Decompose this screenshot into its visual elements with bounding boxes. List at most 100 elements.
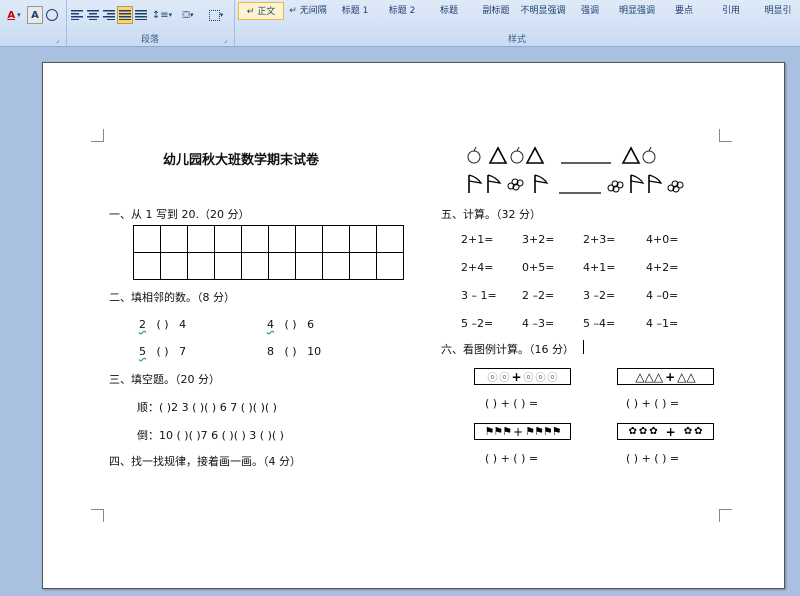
style-item[interactable]: 标题 [426, 2, 472, 20]
flag-icon [648, 174, 663, 193]
flower-icon [507, 178, 524, 191]
calc-problem: 4+0= [646, 233, 679, 246]
document-page[interactable]: 幼儿园秋大班数学期末试卷 一、从 1 写到 20.（20 分） 二、填相邻的数。… [42, 62, 785, 589]
shading-button[interactable]: ⛋ ▾ [174, 6, 202, 24]
calc-problem: 4+1= [583, 261, 616, 274]
triangle-icon [488, 146, 508, 164]
style-item[interactable]: 标题 2 [379, 2, 425, 20]
align-center-icon [87, 10, 99, 20]
calc-problem: 3 –2= [583, 289, 616, 302]
apple-icon: ⓞ [523, 373, 534, 384]
justify-button[interactable] [117, 6, 133, 24]
apple-icon: ⓞ [535, 373, 546, 384]
flower-icon: ✿ [638, 426, 648, 437]
style-item[interactable]: ↵ 正文 [238, 2, 284, 20]
flower-icon: ✿ [628, 426, 637, 437]
crop-mark [719, 509, 732, 522]
forward-sequence: 顺：( )2 3 ( )( ) 6 7 ( )( )( ) [137, 401, 277, 414]
ribbon: A ▾ A ↕≡ ▾ ⛋ ▾ ▾ 段落 ⌟ ↵ 正文 ↵ 无间隔 标题 1 标题… [0, 0, 800, 47]
style-item[interactable]: 标题 1 [332, 2, 378, 20]
style-item[interactable]: 明显引 [755, 2, 800, 20]
writing-grid [133, 225, 404, 280]
calc-problem: 2+1= [461, 233, 494, 246]
paint-bucket-icon: ⛋ [182, 9, 191, 21]
blank-equation: ( ) + ( ) = [626, 397, 680, 410]
picture-box-apples: ⓞ ⓞ + ⓞ ⓞ ⓞ [474, 368, 571, 385]
apple-icon: ⓞ [487, 373, 498, 384]
calc-problem: 4 –0= [646, 289, 679, 302]
triangle-icon: △△ [677, 369, 696, 384]
style-item[interactable]: 明显强调 [614, 2, 660, 20]
flag-icon: ⚑⚑⚑⚑ [525, 425, 561, 438]
style-item[interactable]: 副标题 [473, 2, 519, 20]
calc-problem: 5 –4= [583, 317, 616, 330]
plus-sign: + [513, 424, 524, 439]
distribute-button[interactable] [133, 6, 149, 24]
dialog-launcher-icon[interactable]: ⌟ [56, 37, 63, 44]
calc-problem: 4 –3= [522, 317, 555, 330]
flower-icon: ✿ [649, 426, 658, 437]
chevron-down-icon: ▾ [168, 11, 173, 19]
paragraph-group: ↕≡ ▾ ⛋ ▾ ▾ 段落 ⌟ [66, 0, 235, 46]
section-6-heading: 六、看图例计算。（16 分） [441, 343, 574, 356]
chevron-down-icon: ▾ [190, 11, 194, 19]
plus-sign: + [665, 369, 676, 384]
style-item[interactable]: 不明显强调 [520, 2, 566, 20]
triangle-icon [621, 146, 641, 164]
styles-group: ↵ 正文 ↵ 无间隔 标题 1 标题 2 标题 副标题 不明显强调 强调 明显强调 要点 引用 明显引… [234, 0, 800, 46]
align-left-button[interactable] [69, 6, 85, 24]
blank-equation: ( ) + ( ) = [485, 397, 539, 410]
apple-icon [467, 146, 481, 164]
section-2-heading: 二、填相邻的数。（8 分） [109, 291, 235, 304]
styles-group-label: 样式 [507, 35, 526, 45]
align-center-button[interactable] [85, 6, 101, 24]
style-item[interactable]: 要点 [661, 2, 707, 20]
paragraph-group-label: 段落 [140, 35, 159, 45]
apple-icon: ⓞ [547, 373, 558, 384]
flag-icon [534, 174, 549, 193]
calc-problem: 2+3= [583, 233, 616, 246]
apple-icon: ⓞ [499, 373, 510, 384]
borders-icon [208, 9, 220, 21]
plus-sign: + [665, 424, 676, 439]
flag-icon [630, 174, 645, 193]
apple-icon [642, 146, 656, 164]
calc-problem: 3 – 1= [461, 289, 497, 302]
flower-icon: ✿ [683, 426, 693, 437]
section-3-heading: 三、填空题。（20 分） [109, 373, 220, 386]
borders-button[interactable]: ▾ [202, 6, 230, 24]
calc-problem: 2+4= [461, 261, 494, 274]
style-item[interactable]: ↵ 无间隔 [285, 2, 331, 20]
triangle-icon [525, 146, 545, 164]
flower-icon [607, 180, 624, 193]
style-item[interactable]: 引用 [708, 2, 754, 20]
calc-problem: 4 –1= [646, 317, 679, 330]
blank-equation: ( ) + ( ) = [485, 452, 539, 465]
justify-icon [119, 10, 131, 20]
calc-problem: 2 –2= [522, 289, 555, 302]
line-spacing-icon: ↕≡ [151, 9, 169, 21]
calc-problem: 0+5= [522, 261, 555, 274]
calc-problem: 4+2= [646, 261, 679, 274]
section-5-heading: 五、计算。（32 分） [441, 208, 541, 221]
section-4-heading: 四、找一找规律，接着画一画。（4 分） [109, 455, 301, 468]
crop-mark [719, 129, 732, 142]
pattern-drawing [467, 146, 684, 194]
picture-box-flowers: ✿ ✿ ✿ + ✿ ✿ [617, 423, 714, 440]
chevron-down-icon: ▾ [219, 11, 224, 19]
picture-box-flags: ⚑⚑⚑ + ⚑⚑⚑⚑ [474, 423, 571, 440]
section-1-heading: 一、从 1 写到 20.（20 分） [109, 208, 250, 221]
style-item[interactable]: 强调 [567, 2, 613, 20]
blank-equation: ( ) + ( ) = [626, 452, 680, 465]
plus-sign: + [511, 369, 522, 384]
align-right-button[interactable] [101, 6, 117, 24]
picture-box-triangles: △△△ + △△ [617, 368, 714, 385]
calc-problem: 3+2= [522, 233, 555, 246]
flower-icon: ✿ [694, 426, 703, 437]
line-spacing-button[interactable]: ↕≡ ▾ [150, 6, 174, 24]
flag-icon [468, 174, 483, 193]
flower-icon [667, 180, 684, 193]
dialog-launcher-icon[interactable]: ⌟ [224, 37, 231, 44]
crop-mark [91, 129, 104, 142]
neighbor-item: 8 ( ) 10 [267, 345, 322, 358]
